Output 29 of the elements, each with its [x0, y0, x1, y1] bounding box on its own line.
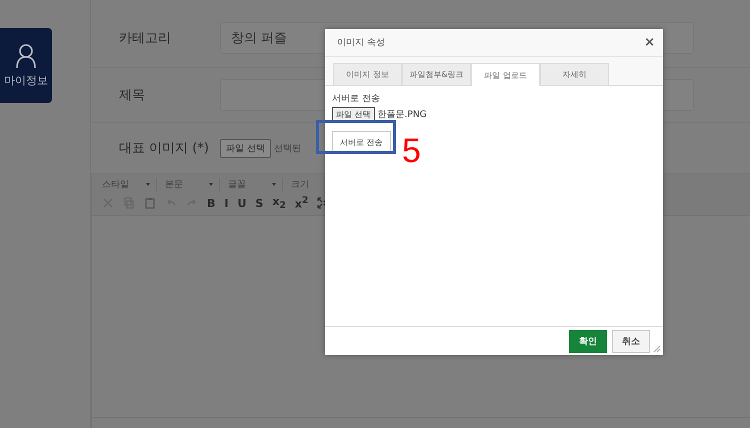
- person-icon: [15, 43, 37, 69]
- file-status-text: 선택된: [274, 142, 301, 154]
- dialog-tab[interactable]: 파일 업로드: [471, 63, 540, 86]
- format-button[interactable]: x$_{2}$: [272, 195, 286, 212]
- toolbar-dropdown[interactable]: 글꼴: [228, 178, 283, 191]
- my-info-button[interactable]: 마이정보: [0, 28, 52, 103]
- format-button[interactable]: I: [224, 196, 228, 210]
- field-label: 대표 이미지 (*): [119, 140, 210, 157]
- field-label: 제목: [119, 87, 146, 104]
- cancel-button[interactable]: 취소: [612, 330, 650, 352]
- dialog-tab[interactable]: 이미지 정보: [333, 63, 402, 85]
- format-button[interactable]: B: [207, 196, 216, 210]
- format-button[interactable]: x$^{2}$: [294, 195, 308, 211]
- step-number: 5: [402, 132, 421, 171]
- file-choose-button[interactable]: 파일 선택: [220, 138, 271, 158]
- format-button[interactable]: U: [237, 196, 246, 210]
- paste-icon[interactable]: [144, 197, 156, 210]
- file-name: 한풀문.PNG: [378, 109, 427, 121]
- dialog-title: 이미지 속성: [337, 37, 385, 49]
- dialog-tab[interactable]: 자세히: [540, 63, 609, 85]
- dialog-tab[interactable]: 파일첨부&링크: [402, 63, 471, 85]
- toolbar-dropdown[interactable]: 스타일: [102, 178, 157, 191]
- field-label: 카테고리: [119, 30, 172, 46]
- upload-label: 서버로 전송: [332, 93, 380, 105]
- format-button[interactable]: S: [255, 196, 264, 210]
- confirm-button[interactable]: 확인: [569, 330, 607, 352]
- resize-grip-icon[interactable]: [653, 345, 661, 353]
- toolbar-dropdown[interactable]: 본문: [165, 178, 220, 191]
- close-button[interactable]: ×: [644, 35, 655, 50]
